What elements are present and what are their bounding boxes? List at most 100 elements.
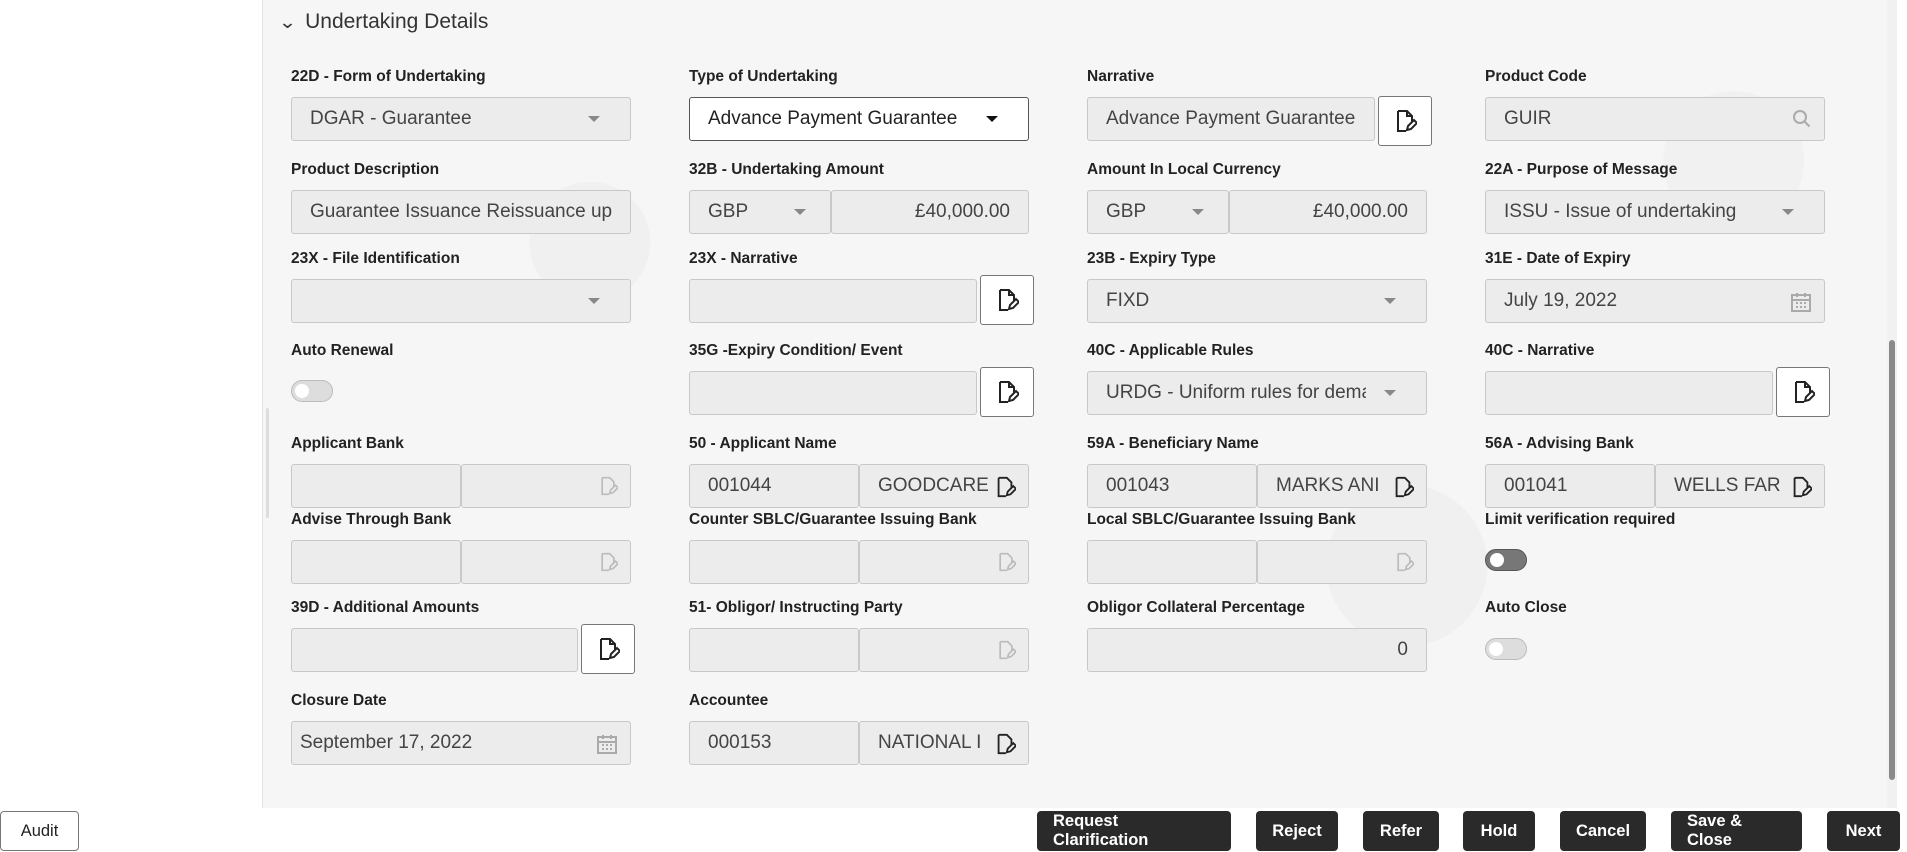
edit-document-icon [1397,110,1417,132]
auto-close-label: Auto Close [1485,599,1567,616]
date-of-expiry-label: 31E - Date of Expiry [1485,250,1631,267]
applicant-id: 001044 [708,475,772,496]
narrative-40c-field [1485,371,1773,415]
advising-bank-label: 56A - Advising Bank [1485,435,1634,452]
applicant-bank-label: Applicant Bank [291,435,404,452]
auto-renewal-label: Auto Renewal [291,342,394,359]
calendar-icon[interactable] [1790,291,1812,313]
undertaking-currency-value: GBP [708,201,749,222]
product-description-field: Guarantee Issuance Reissuance up [291,190,631,234]
edit-document-icon[interactable] [994,476,1016,498]
undertaking-amount-value: £40,000.00 [914,201,1010,222]
auto-renewal-toggle[interactable] [291,380,333,402]
obligor-id-field[interactable] [689,628,859,672]
local-sblc-label: Local SBLC/Guarantee Issuing Bank [1087,511,1356,528]
closure-date-field[interactable]: September 17, 2022 [291,721,631,765]
amount-local-currency-field: £40,000.00 [1229,190,1427,234]
type-of-undertaking-select[interactable]: Advance Payment Guarantee [689,97,1029,141]
advising-bank-id-field[interactable]: 001041 [1485,464,1655,508]
panel-resize-handle[interactable] [266,408,269,518]
chevron-down-icon[interactable]: ⌄ [278,12,296,33]
counter-sblc-id-field[interactable] [689,540,859,584]
edit-document-icon[interactable] [994,733,1016,755]
cancel-button[interactable]: Cancel [1560,811,1646,851]
advise-through-bank-id-field[interactable] [291,540,461,584]
type-of-undertaking-value: Advance Payment Guarantee [708,108,958,129]
undertaking-currency-select[interactable]: GBP [689,190,831,234]
narrative-edit-button[interactable] [1378,96,1432,146]
limit-verification-toggle[interactable] [1485,549,1527,571]
narrative-23x-label: 23X - Narrative [689,250,798,267]
narrative-value: Advance Payment Guarantee [1106,108,1356,129]
chevron-down-icon [1384,390,1396,396]
request-clarification-button[interactable]: Request Clarification [1037,811,1231,851]
next-button[interactable]: Next [1827,811,1900,851]
scrollbar[interactable] [1887,0,1897,808]
type-of-undertaking-label: Type of Undertaking [689,68,838,85]
edit-document-icon [598,552,618,572]
expiry-condition-edit-button[interactable] [980,367,1034,417]
narrative-23x-edit-button[interactable] [980,275,1034,325]
narrative-23x-field [689,279,977,323]
beneficiary-name: MARKS ANI [1276,475,1380,496]
closure-date-value: September 17, 2022 [300,732,473,753]
obligor-collateral-label: Obligor Collateral Percentage [1087,599,1305,616]
product-code-field[interactable]: GUIR [1485,97,1825,141]
applicable-rules-select[interactable]: URDG - Uniform rules for dema [1087,371,1427,415]
chevron-down-icon [588,298,600,304]
amount-local-currency-value: £40,000.00 [1312,201,1408,222]
counter-sblc-label: Counter SBLC/Guarantee Issuing Bank [689,511,977,528]
additional-amounts-edit-button[interactable] [581,624,635,674]
edit-document-icon[interactable] [1790,476,1812,498]
local-sblc-id-field[interactable] [1087,540,1257,584]
product-description-value: Guarantee Issuance Reissuance up [310,201,613,222]
beneficiary-id-field[interactable]: 001043 [1087,464,1257,508]
search-icon[interactable] [1792,109,1812,129]
refer-button[interactable]: Refer [1363,811,1439,851]
accountee-id-field[interactable]: 000153 [689,721,859,765]
counter-sblc-name-field [859,540,1029,584]
hold-button[interactable]: Hold [1463,811,1535,851]
applicant-bank-id-field[interactable] [291,464,461,508]
obligor-collateral-field[interactable]: 0 [1087,628,1427,672]
undertaking-amount-field: £40,000.00 [831,190,1029,234]
form-of-undertaking-select[interactable]: DGAR - Guarantee [291,97,631,141]
expiry-condition-label: 35G -Expiry Condition/ Event [689,342,903,359]
date-of-expiry-field[interactable]: July 19, 2022 [1485,279,1825,323]
edit-document-icon[interactable] [1392,476,1414,498]
edit-document-icon [598,476,618,496]
form-of-undertaking-label: 22D - Form of Undertaking [291,68,486,85]
advising-bank-name: WELLS FAR [1674,475,1781,496]
applicant-name-field: GOODCARE [859,464,1029,508]
product-code-label: Product Code [1485,68,1587,85]
scroll-thumb[interactable] [1889,340,1895,780]
auto-close-toggle[interactable] [1485,638,1527,660]
section-header[interactable]: ⌄ Undertaking Details [278,10,489,34]
chevron-down-icon [794,209,806,215]
additional-amounts-field [291,628,578,672]
purpose-of-message-value: ISSU - Issue of undertaking [1504,201,1737,222]
toggle-knob [295,384,309,398]
chevron-down-icon [986,116,998,122]
reject-button[interactable]: Reject [1256,811,1338,851]
purpose-of-message-select[interactable]: ISSU - Issue of undertaking [1485,190,1825,234]
closure-date-label: Closure Date [291,692,387,709]
beneficiary-name-field: MARKS ANI [1257,464,1427,508]
left-rail [0,0,262,808]
purpose-of-message-label: 22A - Purpose of Message [1485,161,1678,178]
applicant-name-label: 50 - Applicant Name [689,435,837,452]
audit-button[interactable]: Audit [0,811,79,851]
accountee-label: Accountee [689,692,769,709]
file-identification-select[interactable] [291,279,631,323]
expiry-condition-field [689,371,977,415]
applicant-id-field[interactable]: 001044 [689,464,859,508]
local-currency-select[interactable]: GBP [1087,190,1229,234]
narrative-field: Advance Payment Guarantee [1087,97,1375,141]
date-of-expiry-value: July 19, 2022 [1504,290,1618,311]
save-close-button[interactable]: Save & Close [1671,811,1802,851]
chevron-down-icon [1192,209,1204,215]
expiry-type-select[interactable]: FIXD [1087,279,1427,323]
section-title: Undertaking Details [305,10,489,33]
calendar-icon[interactable] [596,733,618,755]
narrative-40c-edit-button[interactable] [1776,367,1830,417]
